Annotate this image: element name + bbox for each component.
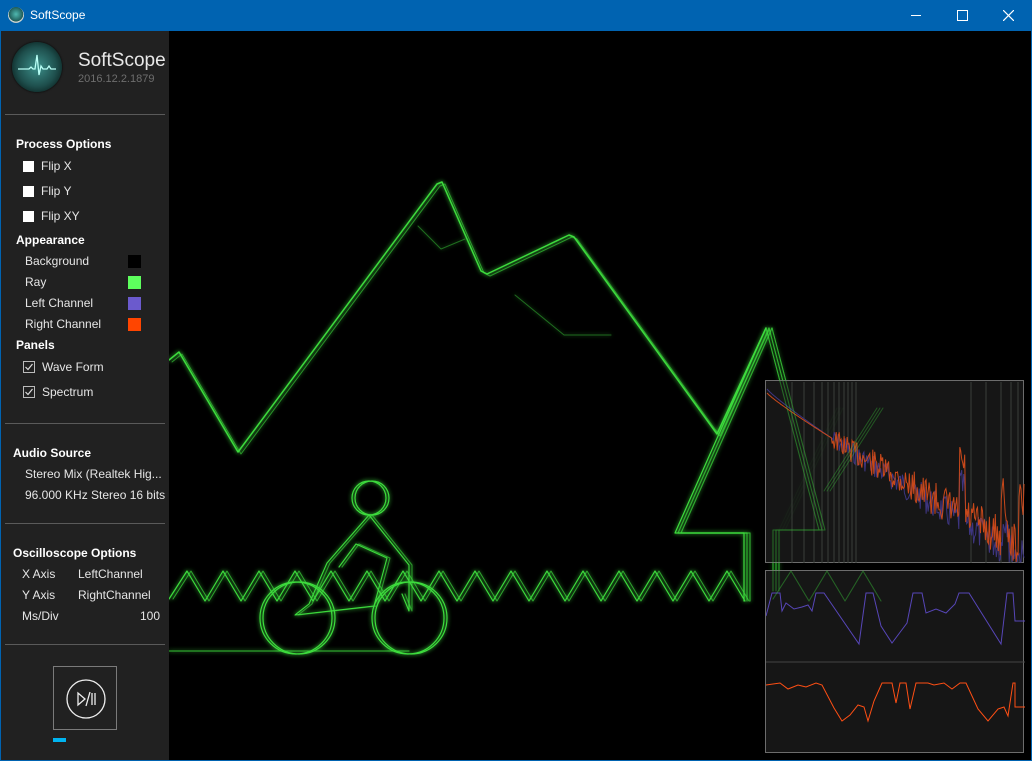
close-button[interactable] <box>985 0 1031 31</box>
checkmark-icon <box>25 388 33 396</box>
minimize-button[interactable] <box>893 0 939 31</box>
tree-ray <box>677 327 770 602</box>
audio-device[interactable]: Stereo Mix (Realtek Hig... <box>25 467 162 481</box>
waveform-panel <box>765 570 1025 753</box>
maximize-button[interactable] <box>939 0 985 31</box>
app-name: SoftScope <box>78 50 166 71</box>
window-title: SoftScope <box>30 8 86 22</box>
right-channel-color-row[interactable]: Right Channel <box>25 316 141 332</box>
oscilloscope-options-title: Oscilloscope Options <box>13 546 137 560</box>
divider <box>5 114 165 115</box>
mountain-ray <box>169 181 767 453</box>
oscilloscope-display <box>169 31 1031 760</box>
mountain-echo-ray <box>417 225 466 250</box>
divider <box>5 644 165 645</box>
cyclist-head-ray <box>354 480 390 516</box>
right-channel-color-swatch[interactable] <box>128 317 141 331</box>
flip-x-checkbox[interactable]: Flip X <box>23 158 72 174</box>
grass-ray <box>169 570 746 602</box>
spectrum-panel <box>765 380 1025 563</box>
process-options-title: Process Options <box>16 137 112 151</box>
left-channel-color-row[interactable]: Left Channel <box>25 295 141 311</box>
panels-title: Panels <box>16 338 55 352</box>
tree-ray <box>674 327 767 602</box>
app-version: 2016.12.2.1879 <box>78 73 155 85</box>
checkbox-box[interactable] <box>23 361 35 373</box>
audio-format: 96.000 KHz Stereo 16 bits <box>25 488 166 502</box>
cyclist-wheel-ray <box>259 581 333 655</box>
ray-color-swatch[interactable] <box>128 275 141 289</box>
cyclist-wheel-ray <box>371 581 445 655</box>
checkbox-box[interactable] <box>23 210 34 222</box>
y-axis-label: Y Axis <box>22 588 56 602</box>
checkmark-icon <box>25 363 33 371</box>
mountain-ray <box>171 183 770 455</box>
checkbox-label: Wave Form <box>42 360 104 374</box>
grass-ray <box>172 570 750 602</box>
background-color-row[interactable]: Background <box>25 253 141 269</box>
right-channel-waveform <box>766 682 1025 723</box>
maximize-icon <box>956 10 968 21</box>
checkbox-box[interactable] <box>23 185 34 197</box>
background-color-swatch[interactable] <box>128 254 141 268</box>
divider <box>5 423 165 424</box>
color-label: Left Channel <box>25 296 94 310</box>
appearance-title: Appearance <box>16 233 85 247</box>
color-label: Right Channel <box>25 317 102 331</box>
play-pause-button[interactable] <box>53 666 117 730</box>
flip-y-checkbox[interactable]: Flip Y <box>23 183 71 199</box>
cyclist-wheel-ray <box>262 581 336 655</box>
sidebar: SoftScope 2016.12.2.1879 Process Options… <box>1 31 169 760</box>
spectrum-plot <box>766 382 1025 563</box>
ray-color-row[interactable]: Ray <box>25 274 141 290</box>
play-pause-icon <box>66 679 106 719</box>
left-channel-waveform <box>766 592 1025 646</box>
ms-div-value[interactable]: 100 <box>140 609 160 623</box>
heartbeat-scope-icon <box>18 54 56 76</box>
checkbox-label: Flip XY <box>41 209 80 223</box>
x-axis-label: X Axis <box>22 567 56 581</box>
wave-form-checkbox[interactable]: Wave Form <box>23 359 104 375</box>
divider <box>5 523 165 524</box>
checkbox-label: Flip Y <box>41 184 72 198</box>
app-icon <box>8 7 24 23</box>
right-channel-spectrum <box>766 392 1025 563</box>
color-label: Ray <box>25 275 47 289</box>
y-axis-value[interactable]: RightChannel <box>78 588 151 602</box>
app-logo <box>12 42 62 92</box>
checkbox-box[interactable] <box>23 160 34 172</box>
tree-ray <box>680 327 773 602</box>
title-bar: SoftScope <box>0 0 1032 31</box>
mountain-echo-ray <box>514 294 612 336</box>
minimize-icon <box>911 15 921 16</box>
spectrum-checkbox[interactable]: Spectrum <box>23 384 93 400</box>
waveform-plot <box>766 592 1025 723</box>
color-label: Background <box>25 254 90 268</box>
cyclist-body-ray <box>294 514 388 616</box>
close-icon <box>1002 10 1014 21</box>
checkbox-box[interactable] <box>23 386 35 398</box>
ms-div-label: Ms/Div <box>22 609 59 623</box>
audio-source-title: Audio Source <box>13 446 92 460</box>
cyclist-wheel-ray <box>374 581 448 655</box>
playback-progress <box>53 738 66 742</box>
checkbox-label: Spectrum <box>42 385 94 399</box>
left-channel-color-swatch[interactable] <box>128 296 141 310</box>
flip-xy-checkbox[interactable]: Flip XY <box>23 208 80 224</box>
cyclist-head-ray <box>351 480 387 516</box>
checkbox-label: Flip X <box>41 159 72 173</box>
x-axis-value[interactable]: LeftChannel <box>78 567 143 581</box>
